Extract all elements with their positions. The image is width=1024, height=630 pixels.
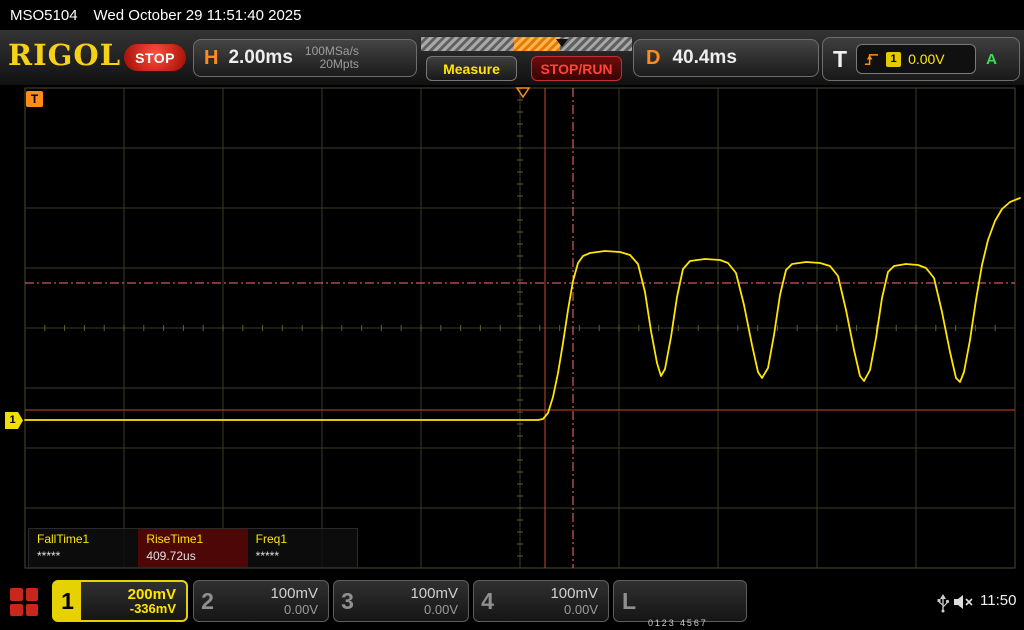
horizontal-label: H [204, 47, 218, 70]
timebase-value: 2.00ms [228, 47, 292, 69]
measurement-name: FallTime1 [37, 532, 130, 546]
channel3-box[interactable]: 3 100mV 0.00V [333, 580, 469, 622]
scrollbar-window[interactable] [514, 37, 560, 51]
channel-number: 4 [474, 581, 501, 621]
logic-channel-numbers: 0 1 2 3 4 5 6 7 8 9 10 11 12 13 14 15 [648, 588, 731, 630]
bottom-status-bar: 1 200mV -336mV 2 100mV 0.00V 3 100mV 0.0… [0, 575, 1024, 630]
oscilloscope-screen: MSO5104 Wed October 29 11:51:40 2025 RIG… [0, 0, 1024, 630]
logic-row1: 0 1 2 3 4 5 6 7 [648, 616, 731, 630]
trigger-source-badge: 1 [886, 52, 901, 67]
header-toolbar: RIGOL STOP H 2.00ms 100MSa/s 20Mpts Meas… [0, 30, 1024, 85]
channel-number: 2 [194, 581, 221, 621]
channel-scale: 100mV [410, 585, 458, 602]
scope-display-area: T 1 FallTime1 ***** RiseTime1 409.72us F… [0, 85, 1024, 575]
channel-offset: 0.00V [564, 602, 598, 617]
horizontal-settings-button[interactable]: H 2.00ms 100MSa/s 20Mpts [193, 39, 417, 77]
measurement-name: RiseTime1 [146, 532, 239, 546]
trigger-level-flag[interactable]: T [26, 91, 43, 107]
stop-run-button[interactable]: STOP/RUN [531, 56, 622, 81]
memory-depth: 20Mpts [305, 58, 359, 71]
measurement-value: ***** [37, 549, 130, 563]
trigger-settings-button[interactable]: T 1 0.00V A [822, 37, 1020, 81]
measurement-item-freq[interactable]: Freq1 ***** [248, 529, 357, 567]
rigol-logo: RIGOL [8, 38, 121, 72]
measure-button[interactable]: Measure [426, 56, 517, 81]
channel-scale: 100mV [550, 585, 598, 602]
channel4-box[interactable]: 4 100mV 0.00V [473, 580, 609, 622]
measurement-item-falltime[interactable]: FallTime1 ***** [29, 529, 138, 567]
measurement-name: Freq1 [256, 532, 349, 546]
waveform-display[interactable] [0, 85, 1024, 575]
run-state-badge: STOP [124, 44, 186, 71]
delay-settings-button[interactable]: D 40.4ms [633, 39, 819, 77]
scrollbar-pointer-icon [556, 39, 568, 47]
channel1-box[interactable]: 1 200mV -336mV [52, 580, 188, 622]
titlebar-datetime: Wed October 29 11:51:40 2025 [94, 7, 302, 24]
device-model: MSO5104 [10, 7, 78, 24]
usb-icon [936, 593, 950, 613]
quick-menu-icon[interactable] [10, 588, 38, 616]
channel-offset: 0.00V [284, 602, 318, 617]
channel-offset: 0.00V [424, 602, 458, 617]
trigger-label: T [833, 46, 847, 73]
trigger-mode-badge: A [986, 51, 997, 68]
horizontal-position-scrollbar[interactable] [420, 36, 633, 52]
delay-label: D [646, 47, 660, 70]
logic-analyzer-box[interactable]: L 0 1 2 3 4 5 6 7 8 9 10 11 12 13 14 15 [613, 580, 747, 622]
titlebar: MSO5104 Wed October 29 11:51:40 2025 [0, 0, 1024, 30]
channel2-box[interactable]: 2 100mV 0.00V [193, 580, 329, 622]
measurement-value: ***** [256, 549, 349, 563]
logic-label: L [622, 588, 636, 615]
clock: 11:50 [980, 592, 1016, 609]
channel-number: 3 [334, 581, 361, 621]
measurement-item-risetime[interactable]: RiseTime1 409.72us [138, 529, 247, 567]
measurement-panel: FallTime1 ***** RiseTime1 409.72us Freq1… [28, 528, 358, 568]
trigger-level-value: 0.00V [908, 51, 945, 67]
channel-offset: -336mV [130, 601, 176, 616]
delay-value: 40.4ms [672, 47, 736, 69]
speaker-mute-icon [953, 594, 975, 610]
measurement-value: 409.72us [146, 549, 239, 563]
channel-scale: 100mV [270, 585, 318, 602]
trigger-info-box: 1 0.00V [856, 44, 976, 74]
acquisition-rates: 100MSa/s 20Mpts [305, 45, 359, 71]
channel-number: 1 [54, 582, 81, 620]
trigger-slope-icon [864, 52, 879, 67]
